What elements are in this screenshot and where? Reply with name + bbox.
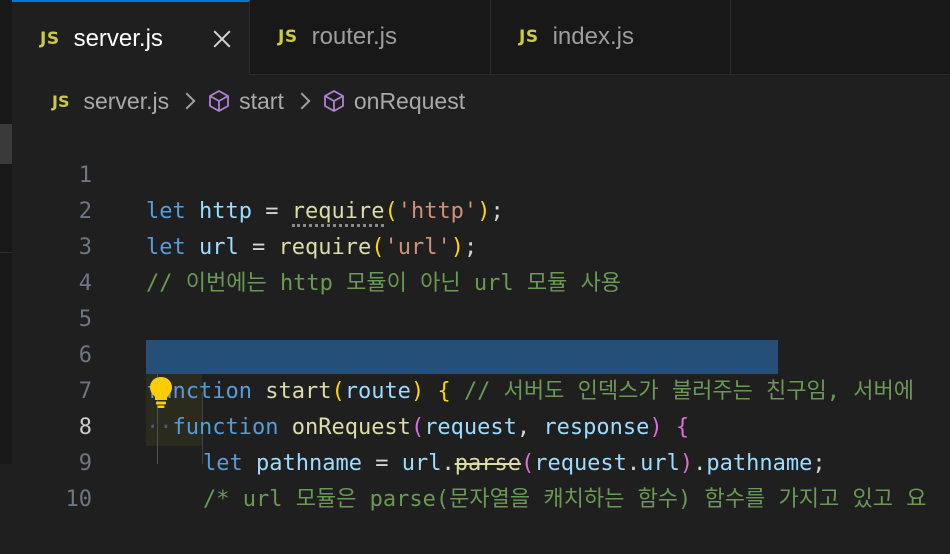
line-number: 10 xyxy=(65,487,93,512)
symbol-method-icon xyxy=(207,89,231,113)
tab-label: router.js xyxy=(311,23,397,50)
code-line: 4 xyxy=(12,230,950,296)
lightbulb-icon[interactable] xyxy=(147,375,175,409)
code-line: 5 xyxy=(12,266,950,332)
close-icon[interactable] xyxy=(211,28,233,50)
breadcrumb-symbol-start[interactable]: start xyxy=(239,88,284,115)
code-line: 6 function start(route) { // 서버도 인덱스가 불러… xyxy=(12,302,950,404)
tab-label: index.js xyxy=(552,23,634,50)
editor-tab-bar: JS server.js JS router.js JS index.js xyxy=(12,0,950,75)
comment: /* url 모듈은 parse(문자열을 캐치하는 함수) 함수를 가지고 있… xyxy=(203,487,927,512)
breadcrumb-file[interactable]: server.js xyxy=(83,88,169,115)
code-editor[interactable]: 1 let http = require('http'); 2 let url … xyxy=(12,122,950,512)
symbol-method-icon xyxy=(322,89,346,113)
code-line: 1 let http = require('http'); xyxy=(12,122,950,227)
code-line: 7 ··function onRequest(request, response… xyxy=(12,338,950,440)
js-file-icon: JS xyxy=(278,27,298,47)
code-line: 2 let url = require('url'); xyxy=(12,158,950,260)
chevron-right-icon xyxy=(178,92,196,110)
code-line: 10 xyxy=(12,446,950,512)
breadcrumb-symbol-onrequest[interactable]: onRequest xyxy=(354,88,465,115)
left-panel-edge xyxy=(0,0,12,464)
tab-router-js[interactable]: JS router.js xyxy=(250,0,491,74)
tab-label: server.js xyxy=(73,24,163,52)
panel-highlight xyxy=(0,124,12,164)
tab-server-js[interactable]: JS server.js xyxy=(12,0,250,75)
js-file-icon: JS xyxy=(52,91,70,111)
code-line: 3 // 이번에는 http 모듈이 아닌 url 모듈 사용 xyxy=(12,194,950,296)
breadcrumb: JS server.js start onRequest xyxy=(52,84,465,118)
chevron-right-icon xyxy=(293,92,311,110)
js-file-icon: JS xyxy=(519,27,539,47)
js-file-icon: JS xyxy=(40,28,60,49)
panel-divider xyxy=(0,252,12,253)
code-line: 9 /* url 모듈은 parse(문자열을 캐치하는 함수) 함수를 가지고… xyxy=(12,410,950,512)
tab-index-js[interactable]: JS index.js xyxy=(491,0,731,74)
